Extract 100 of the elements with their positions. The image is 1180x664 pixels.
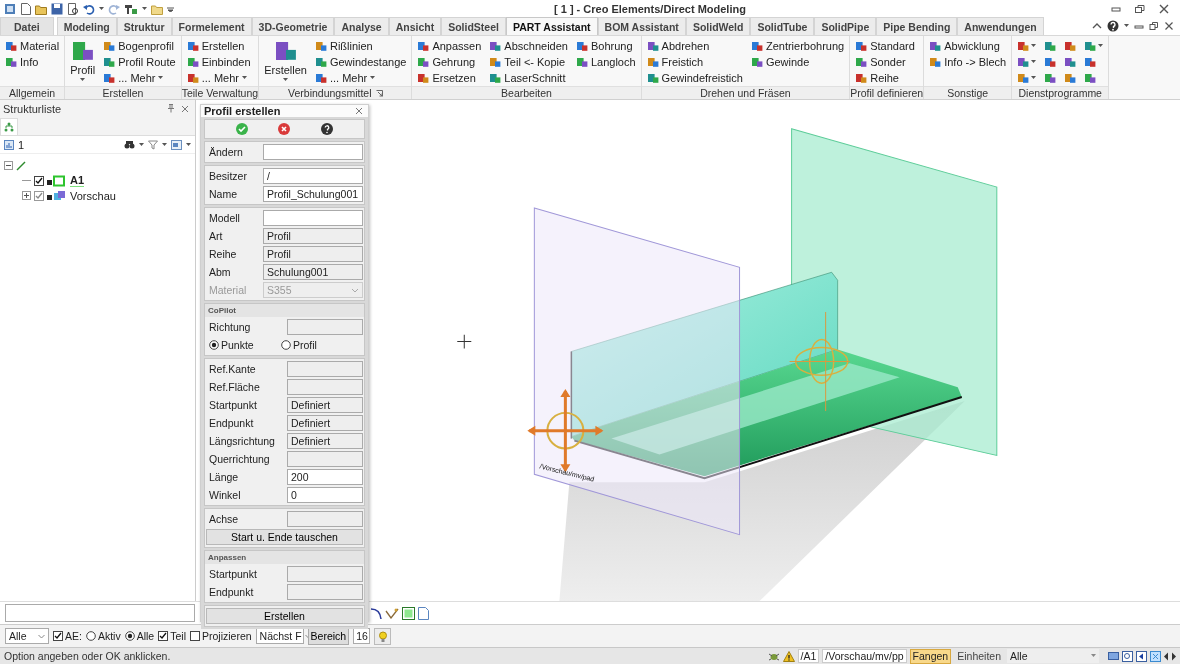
caret-icon[interactable] <box>1124 24 1129 28</box>
ribbon-button[interactable]: Rißlinien <box>312 38 409 54</box>
close-icon[interactable] <box>1164 21 1174 31</box>
ribbon-button[interactable]: Einbinden <box>184 54 256 70</box>
warning-icon[interactable] <box>782 650 795 662</box>
help-icon[interactable] <box>320 123 333 135</box>
ribbon-button[interactable]: Profil Route <box>101 54 178 70</box>
ribbon-button[interactable]: Info <box>3 54 62 70</box>
ribbon-button[interactable]: Profil <box>68 38 98 86</box>
ribbon-button[interactable]: Standard <box>853 38 921 54</box>
customize-icon[interactable] <box>167 5 174 12</box>
tool-icon[interactable] <box>124 2 138 15</box>
radio-button[interactable] <box>209 340 219 350</box>
ribbon-tab[interactable]: Anwendungen <box>957 17 1044 35</box>
ribbon-button[interactable]: Gewinde <box>748 54 847 70</box>
ok-icon[interactable] <box>236 123 249 135</box>
ribbon-tab[interactable]: Pipe Bending <box>876 17 958 35</box>
caret-icon[interactable] <box>142 6 147 11</box>
input-field[interactable]: 200 <box>287 469 363 485</box>
ribbon-button[interactable]: Erstellen <box>262 38 309 86</box>
expand-icon[interactable] <box>22 191 31 200</box>
input-field[interactable] <box>287 584 363 600</box>
bug-icon[interactable] <box>767 651 780 661</box>
ribbon-button[interactable]: Reihe <box>853 70 921 86</box>
caret-icon[interactable] <box>162 142 167 147</box>
ribbon-button[interactable]: Anpassen <box>415 38 484 54</box>
close-icon[interactable] <box>355 107 363 115</box>
ribbon-button[interactable]: Abschneiden <box>487 38 570 54</box>
input-field[interactable] <box>287 511 363 527</box>
chart-icon[interactable] <box>4 139 14 150</box>
checkbox[interactable] <box>34 175 44 186</box>
input-field[interactable] <box>287 379 363 395</box>
cancel-icon[interactable] <box>278 123 291 135</box>
help-icon[interactable] <box>1107 20 1119 32</box>
ribbon-button[interactable]: LaserSchnitt <box>487 70 570 86</box>
ribbon-button[interactable]: Info -> Blech <box>927 54 1009 70</box>
input-field[interactable]: Schulung001 <box>263 264 363 280</box>
left-right-arrows-icon[interactable] <box>1164 651 1176 661</box>
caret-icon[interactable] <box>99 6 104 11</box>
ribbon-button[interactable]: Gewindefreistich <box>644 70 745 86</box>
structure-tab[interactable] <box>0 118 18 135</box>
ribbon-tab[interactable]: SolidPipe <box>814 17 877 35</box>
ribbon-button[interactable]: Gehrung <box>415 54 484 70</box>
close-icon[interactable] <box>181 104 189 113</box>
input-field[interactable]: Definiert <box>287 397 363 413</box>
checkbox[interactable] <box>158 631 169 641</box>
ribbon-button[interactable]: Material <box>3 38 62 54</box>
input-field[interactable]: 0 <box>287 487 363 503</box>
ribbon-button[interactable]: ... Mehr <box>184 70 256 86</box>
page-icon[interactable] <box>418 606 429 620</box>
ribbon-button[interactable]: Ersetzen <box>415 70 484 86</box>
rectangle-icon[interactable] <box>402 606 415 620</box>
radio-button[interactable] <box>124 631 135 641</box>
input-field[interactable]: Profil <box>263 228 363 244</box>
input-field[interactable]: Definiert <box>287 433 363 449</box>
bulb-button[interactable] <box>374 627 392 645</box>
zoom-window-icon[interactable] <box>1122 650 1133 662</box>
status-toggle[interactable]: Einheiten <box>954 648 1004 664</box>
ribbon-tab[interactable]: Formelement <box>171 17 252 35</box>
dialog-button[interactable]: Start u. Ende tauschen <box>206 529 363 545</box>
ribbon-button[interactable]: Bogenprofil <box>101 38 178 54</box>
binoculars-icon[interactable] <box>124 140 135 149</box>
ribbon-button[interactable]: Sonder <box>853 54 921 70</box>
input-field[interactable] <box>287 451 363 467</box>
ribbon-button[interactable]: Gewindestange <box>312 54 409 70</box>
dropdown[interactable]: Alle <box>1007 649 1099 663</box>
caret-icon[interactable] <box>186 142 191 147</box>
ribbon-button[interactable]: Langloch <box>573 54 638 70</box>
input-field[interactable]: / <box>263 168 363 184</box>
ribbon-tab[interactable]: SolidTube <box>750 17 815 35</box>
input-field[interactable] <box>287 361 363 377</box>
radio-button[interactable] <box>281 340 291 350</box>
tree-item[interactable]: Vorschau <box>70 189 116 202</box>
ribbon-tab[interactable]: SolidWeld <box>685 17 751 35</box>
window-icon[interactable] <box>1108 651 1119 661</box>
input-field[interactable] <box>263 210 363 226</box>
ribbon-tab[interactable]: SolidSteel <box>441 17 506 35</box>
ribbon-tab[interactable]: Modeling <box>56 17 117 35</box>
input-field[interactable] <box>287 319 363 335</box>
ribbon-button[interactable]: ... Mehr <box>101 70 178 86</box>
app-icon[interactable] <box>4 2 16 15</box>
collapse-icon[interactable] <box>4 161 13 170</box>
dialog-launcher-icon[interactable] <box>375 89 383 97</box>
ribbon-button[interactable]: Freistich <box>644 54 745 70</box>
input-field[interactable]: Definiert <box>287 415 363 431</box>
ribbon-tab[interactable]: 3D-Geometrie <box>251 17 335 35</box>
ribbon-tab[interactable]: PART Assistant <box>505 17 598 35</box>
status-toggle[interactable]: Fangen <box>909 648 952 664</box>
ribbon-tab[interactable]: BOM Assistant <box>597 17 686 35</box>
ribbon-tab[interactable]: Ansicht <box>388 17 442 35</box>
input-field[interactable] <box>287 566 363 582</box>
curve-icon[interactable] <box>385 607 399 619</box>
ribbon-button[interactable]: Bohrung <box>573 38 638 54</box>
new-file-icon[interactable] <box>20 2 31 15</box>
input-field[interactable] <box>263 144 363 160</box>
ribbon-tab[interactable]: Struktur <box>116 17 172 35</box>
checkbox[interactable] <box>34 190 44 201</box>
save-icon[interactable] <box>51 2 63 15</box>
collapse-ribbon-icon[interactable] <box>1092 21 1102 31</box>
command-input[interactable] <box>5 604 195 622</box>
